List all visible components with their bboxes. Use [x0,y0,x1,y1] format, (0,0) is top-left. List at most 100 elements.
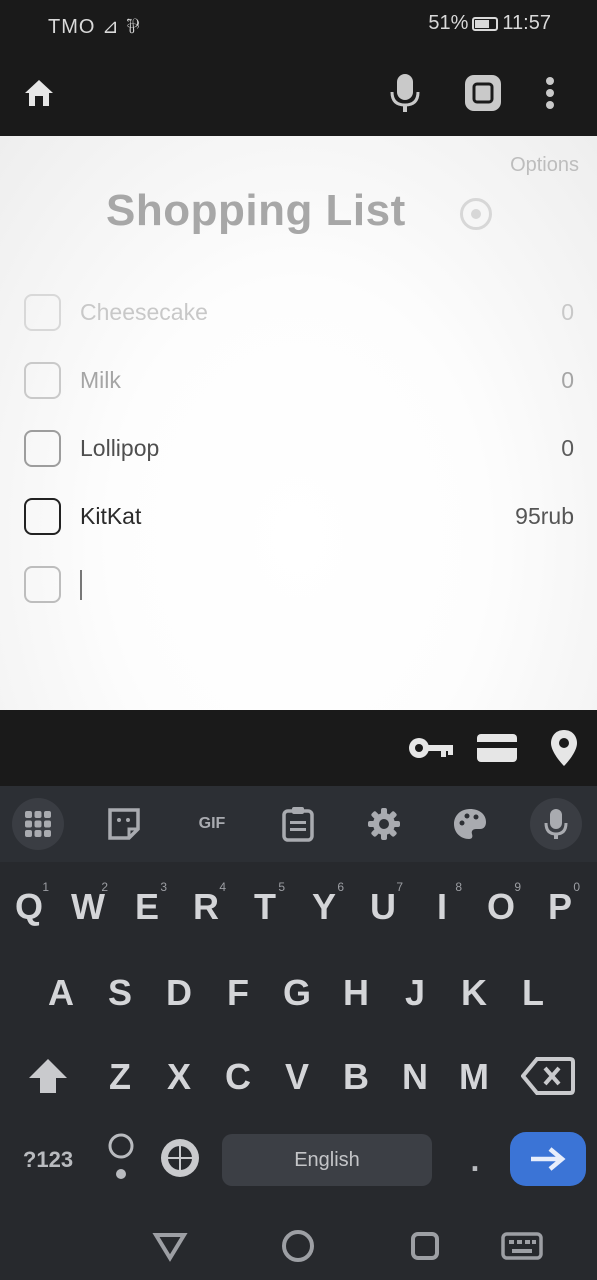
list-item: Lollipop 0 [24,424,574,472]
key-n[interactable]: N [391,1048,439,1106]
key-w[interactable]: W2 [64,878,112,936]
key-r[interactable]: R4 [182,878,230,936]
symbols-key[interactable]: ?123 [14,1136,82,1184]
backspace-key[interactable] [520,1050,576,1102]
scan-icon [465,75,501,111]
keyboard-voice-button[interactable] [530,798,582,850]
item-price[interactable]: 0 [561,299,574,326]
clipboard-icon [282,807,314,842]
key-g[interactable]: G [273,964,321,1022]
clipboard-button[interactable] [276,802,320,846]
location-pin-icon [551,730,577,766]
gif-button[interactable]: GIF [186,802,238,846]
enter-key[interactable] [510,1132,586,1186]
key-h[interactable]: H [332,964,380,1022]
home-icon [25,80,53,106]
keyboard-switch-icon [501,1232,543,1260]
home-button[interactable] [16,70,62,116]
autofill-suggestion-strip [0,710,597,786]
key-c[interactable]: C [214,1048,262,1106]
item-name[interactable]: KitKat [80,503,141,530]
backspace-icon [521,1057,575,1095]
nav-recents-button[interactable] [405,1228,445,1264]
carrier-signal: TMO ⊿ ⅌ [48,16,141,38]
period-key[interactable]: . [458,1140,492,1180]
key-l[interactable]: L [509,964,557,1022]
new-item-input[interactable] [80,568,560,602]
key-o[interactable]: O9 [477,878,525,936]
microphone-icon [390,74,420,112]
comma-emoji-key[interactable] [104,1130,138,1188]
address-autofill-button[interactable] [544,730,584,766]
password-autofill-button[interactable] [406,730,456,766]
voice-input-button[interactable] [382,70,428,116]
item-checkbox[interactable] [24,362,61,399]
more-options-button[interactable] [527,70,573,116]
item-name[interactable]: Cheesecake [80,299,208,326]
settings-icon [368,808,400,840]
arrow-right-icon [531,1147,566,1171]
shift-key[interactable] [20,1048,76,1104]
app-toolbar [0,50,597,136]
language-key[interactable] [156,1134,204,1182]
navigation-bar [0,1210,597,1280]
list-item: Milk 0 [24,356,574,404]
new-item-row [24,560,574,608]
item-checkbox[interactable] [24,430,61,467]
key-v[interactable]: V [273,1048,321,1106]
options-link[interactable]: Options [510,154,579,177]
key-q[interactable]: Q1 [5,878,53,936]
apps-grid-button[interactable] [12,798,64,850]
sticker-button[interactable] [102,802,146,846]
nav-back-button[interactable] [150,1228,190,1264]
item-checkbox[interactable] [24,498,61,535]
item-name[interactable]: Lollipop [80,435,159,462]
key-e[interactable]: E3 [123,878,171,936]
settings-circle-icon[interactable] [460,198,492,230]
card-autofill-button[interactable] [474,730,520,766]
key-i[interactable]: I8 [418,878,466,936]
key-m[interactable]: M [450,1048,498,1106]
shift-icon [29,1059,67,1093]
battery-icon [472,16,499,31]
keyboard-toolbar: GIF [0,786,597,862]
gif-icon: GIF [198,815,226,832]
credit-card-icon [477,734,517,762]
keyboard-settings-button[interactable] [362,802,406,846]
nav-home-button[interactable] [278,1228,318,1264]
item-checkbox[interactable] [24,566,61,603]
space-bar[interactable]: English [222,1134,432,1186]
key-s[interactable]: S [96,964,144,1022]
key-k[interactable]: K [450,964,498,1022]
key-t[interactable]: T5 [241,878,289,936]
nav-keyboard-switch-button[interactable] [498,1228,546,1264]
text-cursor [80,570,82,600]
key-x[interactable]: X [155,1048,203,1106]
item-name[interactable]: Milk [80,367,121,394]
key-d[interactable]: D [155,964,203,1022]
scan-button[interactable] [460,70,506,116]
key-j[interactable]: J [391,964,439,1022]
list-item: Cheesecake 0 [24,288,574,336]
on-screen-keyboard: GIF Q 1 W 2 E 3 R 4 T 5 Y 6 U 7 I 8 O 9 … [0,786,597,1280]
key-y[interactable]: Y6 [300,878,348,936]
key-f[interactable]: F [214,964,262,1022]
emoji-comma-icon [108,1133,134,1179]
theme-button[interactable] [448,802,492,846]
key-p[interactable]: P0 [536,878,584,936]
key-u[interactable]: U7 [359,878,407,936]
item-price[interactable]: 0 [561,367,574,394]
home-circle-icon [282,1230,314,1262]
key-b[interactable]: B [332,1048,380,1106]
status-bar: TMO ⊿ ⅌ 51% 11:57 [0,0,597,50]
item-price[interactable]: 95rub [515,503,574,530]
clock: 11:57 [502,12,551,34]
sticker-icon [108,808,140,840]
key-z[interactable]: Z [96,1048,144,1106]
item-price[interactable]: 0 [561,435,574,462]
microphone-icon [544,809,568,839]
shopping-list-panel: Options Shopping List Cheesecake 0 Milk … [0,136,597,710]
key-a[interactable]: A [37,964,85,1022]
key-icon [409,738,453,758]
item-checkbox[interactable] [24,294,61,331]
